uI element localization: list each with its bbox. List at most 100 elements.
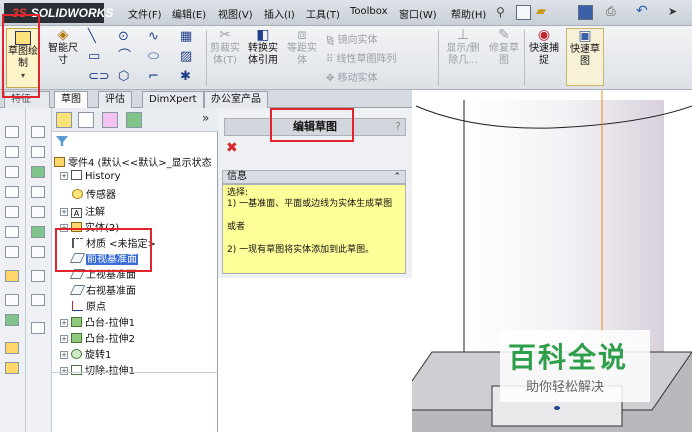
trim-icon: ✂ <box>219 27 231 43</box>
toolbar-icon[interactable] <box>5 226 19 238</box>
move-icon: ✥ <box>326 73 338 84</box>
toolbar-icon[interactable] <box>5 186 19 198</box>
tree-item-boss-extrude2[interactable]: + 凸台-拉伸2 <box>60 330 135 345</box>
watermark-subtitle: 助你轻松解决 <box>526 380 605 395</box>
tab-sketch[interactable]: 草图 <box>54 91 88 108</box>
tab-evaluate[interactable]: 评估 <box>98 91 132 108</box>
repair-sketch-button[interactable]: ✎ 修复草 图 <box>486 28 522 86</box>
toolbar-icon[interactable] <box>5 166 19 178</box>
mirror-entities-button[interactable]: ⧎ 镜向实体 <box>326 31 378 46</box>
surface-grid-icon[interactable]: ▦ <box>180 30 192 44</box>
undo-icon[interactable]: ↶ <box>636 3 648 19</box>
smart-dimension-button[interactable]: ◈ 智能尺 寸 <box>46 28 80 86</box>
toolbar-icon[interactable] <box>5 342 19 354</box>
toolbar-icon[interactable] <box>31 186 45 198</box>
spline-icon[interactable]: ∿ <box>148 30 159 44</box>
polygon-icon[interactable]: ⬡ <box>118 70 129 84</box>
collapse-icon[interactable]: ⌃ <box>393 171 401 183</box>
tab-office-products[interactable]: 办公室产品 <box>204 91 268 108</box>
toolbar-icon[interactable] <box>31 126 45 138</box>
open-folder-icon[interactable]: ▰ <box>536 4 546 19</box>
tree-item-origin[interactable]: 原点 <box>72 298 106 313</box>
origin-marker <box>554 406 560 410</box>
toolbar-icon[interactable] <box>5 146 19 158</box>
move-entities-button[interactable]: ✥ 移动实体 <box>326 69 378 84</box>
menu-tools[interactable]: 工具(T) <box>306 6 340 21</box>
help-icon[interactable]: ? <box>395 119 401 135</box>
circle-icon[interactable]: ⊙ <box>118 30 129 44</box>
tab-dimxpert[interactable]: DimXpert <box>142 91 204 108</box>
expand-icon[interactable]: + <box>60 351 68 359</box>
expand-icon[interactable]: + <box>60 208 68 216</box>
menu-toolbox[interactable]: Toolbox <box>350 6 388 17</box>
display-delete-relations-button[interactable]: ⊥ 显示/删 除几... <box>442 28 484 86</box>
offset-entities-button[interactable]: ⧈ 等距实 体 <box>284 28 320 86</box>
toolbar-icon[interactable] <box>5 126 19 138</box>
configuration-manager-tab-icon[interactable] <box>102 112 118 128</box>
info-section-header[interactable]: 信息 ⌃ <box>222 170 406 184</box>
menu-view[interactable]: 视图(V) <box>218 6 253 21</box>
toolbar-icon[interactable] <box>31 246 45 258</box>
rapid-sketch-button[interactable]: ▣ 快速草 图 <box>566 28 604 86</box>
toolbar-icon[interactable] <box>5 294 19 306</box>
print-icon[interactable]: ⎙ <box>606 4 616 19</box>
slot-icon[interactable]: ⊂⊃ <box>88 70 110 84</box>
tree-item-boss-extrude1[interactable]: + 凸台-拉伸1 <box>60 314 135 329</box>
arc-icon[interactable]: ⌒ <box>118 50 131 64</box>
plane-icon <box>69 285 86 295</box>
fillet-icon[interactable]: ⌐ <box>148 70 159 84</box>
property-manager-tab-icon[interactable] <box>78 112 94 128</box>
select-arrow-icon[interactable]: ➤ <box>668 5 677 18</box>
watermark-title: 百科全说 <box>508 341 629 374</box>
tree-item-annotations[interactable]: + A 注解 <box>60 203 105 218</box>
tree-item-revolve1[interactable]: + 旋转1 <box>60 346 111 361</box>
tree-item-history[interactable]: + History <box>60 170 121 182</box>
annotation-icon: A <box>71 208 82 218</box>
line-icon[interactable]: ╲ <box>88 30 96 44</box>
menu-window[interactable]: 窗口(W) <box>399 6 437 21</box>
point-icon[interactable]: ✱ <box>180 70 191 84</box>
toolbar-icon[interactable] <box>31 270 45 282</box>
menu-file[interactable]: 文件(F) <box>128 6 162 21</box>
convert-entities-button[interactable]: ◧ 转换实 体引用 <box>244 28 282 86</box>
tree-item-sensors[interactable]: 传感器 <box>72 186 116 201</box>
expand-icon[interactable]: + <box>60 367 68 375</box>
plane-icon[interactable]: ▨ <box>180 50 192 64</box>
toolbar-icon[interactable] <box>31 166 45 178</box>
tree-root-part[interactable]: 零件4 (默认<<默认>_显示状态 <box>54 154 212 169</box>
close-icon[interactable]: ✖ <box>226 140 238 156</box>
trim-entities-button[interactable]: ✂ 剪裁实 体(T) <box>208 28 242 86</box>
filter-icon[interactable] <box>56 136 68 146</box>
toolbar-icon[interactable] <box>5 314 19 326</box>
menu-help[interactable]: 帮助(H) <box>451 6 486 21</box>
relations-icon: ⊥ <box>456 27 470 43</box>
tree-item-right-plane[interactable]: 右视基准面 <box>69 282 136 297</box>
tree-item-cut-extrude1[interactable]: +切除-拉伸1 <box>60 362 135 377</box>
menu-insert[interactable]: 插入(I) <box>264 6 295 21</box>
pin-icon[interactable]: ⚲ <box>496 5 505 19</box>
command-manager: 草图绘 制 ▾ ◈ 智能尺 寸 ╲ ⊙ ∿ ▦ ▭ ⌒ ⬭ ▨ ⊂⊃ ⬡ ⌐ ✱… <box>0 26 692 90</box>
boss-extrude-icon <box>71 333 82 343</box>
expand-panel-icon[interactable]: » <box>202 111 209 125</box>
linear-pattern-button[interactable]: ⠿ 线性草图阵列 <box>326 50 397 65</box>
toolbar-icon[interactable] <box>31 226 45 238</box>
toolbar-icon[interactable] <box>5 362 19 374</box>
expand-icon[interactable]: + <box>60 335 68 343</box>
toolbar-icon[interactable] <box>31 146 45 158</box>
toolbar-icon[interactable] <box>31 206 45 218</box>
toolbar-icon[interactable] <box>31 294 45 306</box>
new-document-icon[interactable] <box>516 5 531 20</box>
save-icon[interactable] <box>578 5 593 20</box>
sketch-plane-icon[interactable] <box>5 270 19 282</box>
rectangle-icon[interactable]: ▭ <box>88 50 100 64</box>
feature-manager-tab-icon[interactable] <box>56 112 72 128</box>
toolbar-icon[interactable] <box>31 322 45 334</box>
ellipse-icon[interactable]: ⬭ <box>148 50 159 64</box>
quick-snaps-button[interactable]: ◉ 快速捕 捉 <box>526 28 562 86</box>
menu-edit[interactable]: 编辑(E) <box>172 6 206 21</box>
toolbar-icon[interactable] <box>5 246 19 258</box>
display-manager-tab-icon[interactable] <box>126 112 142 128</box>
toolbar-icon[interactable] <box>5 206 19 218</box>
expand-icon[interactable]: + <box>60 319 68 327</box>
expand-icon[interactable]: + <box>60 172 68 180</box>
